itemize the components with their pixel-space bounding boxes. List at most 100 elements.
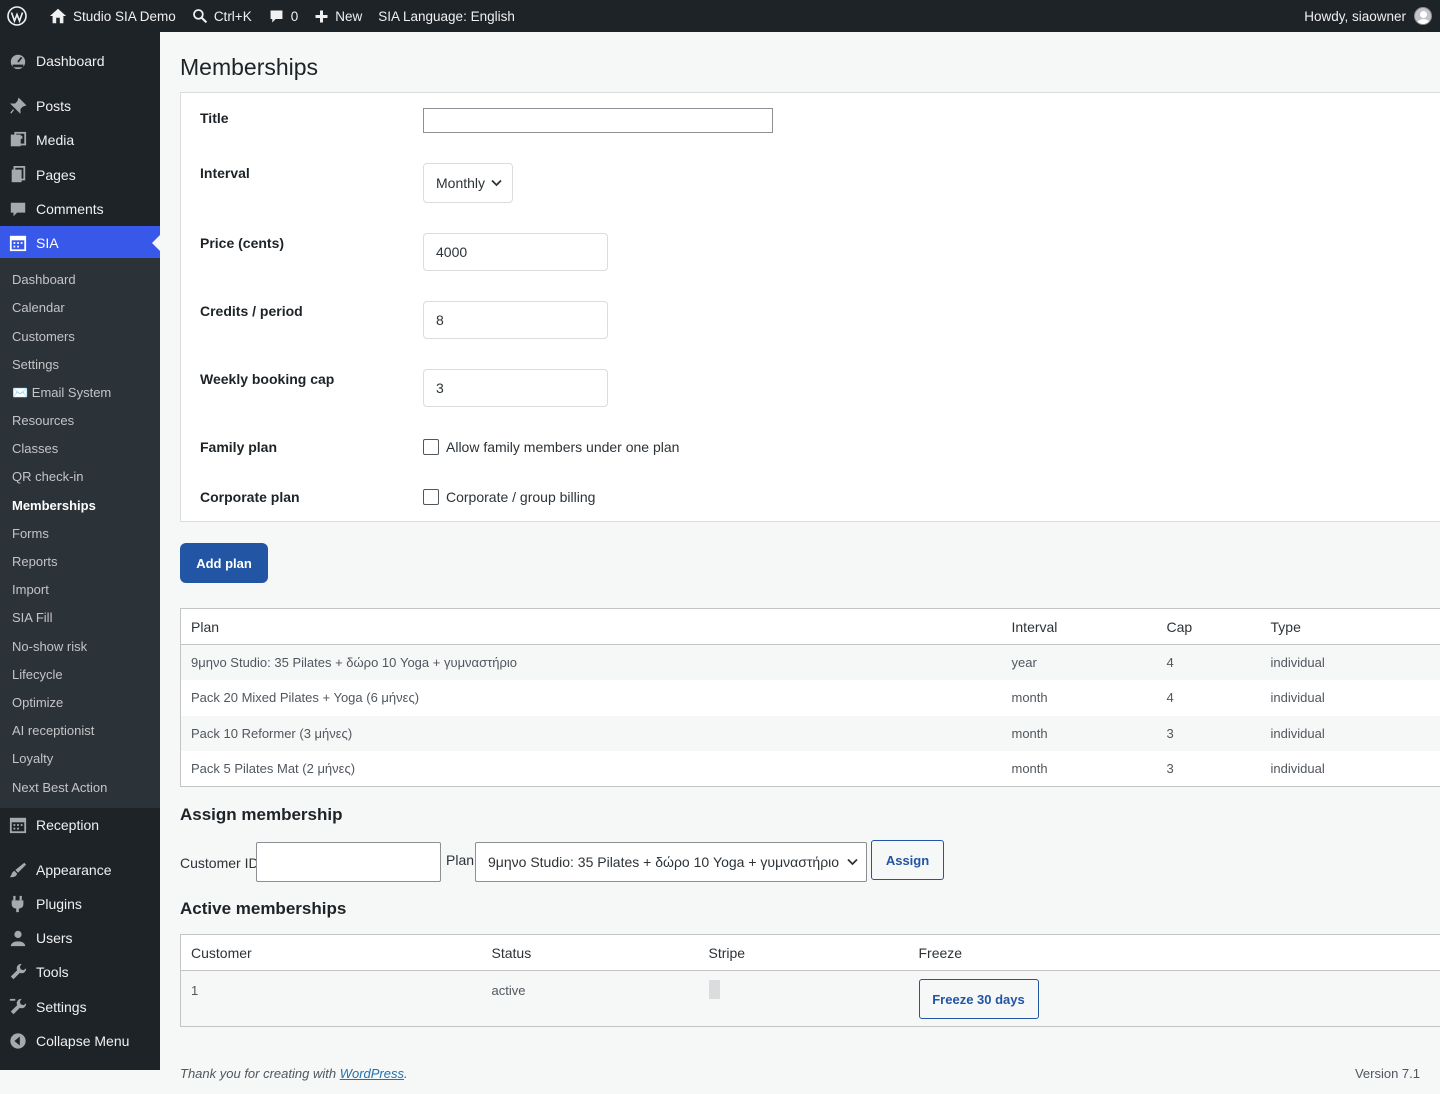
chevron-down-icon [491,179,502,187]
corporate-plan-checkbox[interactable]: Corporate / group billing [423,489,595,505]
title-input[interactable] [423,108,773,133]
plan-label: Plan [446,852,475,868]
plan-type: individual [1260,715,1440,751]
comments-menu[interactable]: 0 [260,0,307,32]
plan-type: individual [1260,644,1440,680]
footer-version: Version 7.1 [1354,1066,1420,1081]
column-header: Status [481,934,699,971]
menu-reception[interactable]: Reception [0,808,160,842]
submenu-email-system[interactable]: ✉️ Email System [12,385,111,401]
family-plan-checkbox[interactable]: Allow family members under one plan [423,439,679,455]
calendar-icon [9,817,27,834]
active-memberships-table: Customer Status Stripe Freeze 1 active F… [180,934,1440,1027]
menu-reception-label: Reception [36,817,100,833]
menu-media[interactable]: Media [0,123,160,157]
menu-comments-label: Comments [36,201,104,217]
submenu-customers[interactable]: Customers [12,329,75,344]
comment-icon [270,10,283,22]
table-row: 1 active Freeze 30 days [180,970,1440,1027]
language-menu[interactable]: SIA Language: English [370,0,523,32]
plan-interval: year [1001,644,1157,680]
collapse-menu-label: Collapse Menu [36,1033,130,1049]
menu-dashboard[interactable]: Dashboard [0,44,160,78]
plan-cap: 4 [1156,644,1261,680]
stripe-indicator [708,980,720,999]
customer-id-input[interactable] [256,842,441,882]
wordpress-link[interactable]: WordPress [340,1066,404,1081]
submenu-next-best-action[interactable]: Next Best Action [12,780,107,795]
column-header: Type [1260,608,1440,645]
menu-plugins[interactable]: Plugins [0,887,160,921]
chevron-down-icon [847,858,858,866]
menu-comments[interactable]: Comments [0,192,160,226]
search-icon [192,9,207,24]
footer-thanks: Thank you for creating with WordPress. [180,1066,408,1081]
submenu-import[interactable]: Import [12,582,49,597]
menu-settings[interactable]: Settings [0,990,160,1024]
submenu-memberships[interactable]: Memberships [12,498,96,513]
add-plan-form: Title Interval Monthly Price (cents) 400… [180,92,1440,522]
plan-name: Pack 20 Mixed Pilates + Yoga (6 μήνες) [191,690,420,706]
search-shortcut[interactable]: Ctrl+K [184,0,260,32]
new-content-menu[interactable]: New [306,0,370,32]
menu-sia[interactable]: SIA [0,226,160,260]
settings-icon [9,998,27,1015]
submenu-settings[interactable]: Settings [12,357,59,372]
footer-thanks-prefix: Thank you for creating with [180,1066,340,1081]
submenu-calendar[interactable]: Calendar [12,300,65,315]
interval-select[interactable]: Monthly [423,163,513,203]
footer-thanks-suffix: . [404,1066,408,1081]
menu-appearance[interactable]: Appearance [0,853,160,887]
menu-users-label: Users [36,930,73,946]
submenu-resources[interactable]: Resources [12,413,74,428]
site-name-menu[interactable]: Studio SIA Demo [41,0,184,32]
submenu-dashboard[interactable]: Dashboard [12,272,76,287]
submenu-forms[interactable]: Forms [12,526,49,541]
customer-id-label: Customer ID [180,855,259,871]
menu-sia-label: SIA [36,235,59,251]
family-plan-checkbox-box[interactable] [423,439,439,455]
freeze-button[interactable]: Freeze 30 days [918,979,1039,1019]
submenu-reports[interactable]: Reports [12,554,58,569]
wordpress-logo-menu[interactable] [0,0,41,32]
assign-button[interactable]: Assign [871,840,944,880]
comments-count: 0 [290,8,299,24]
weekly-cap-input[interactable]: 3 [423,369,608,407]
menu-posts[interactable]: Posts [0,89,160,123]
pin-icon [10,97,27,114]
submenu-loyalty[interactable]: Loyalty [12,751,53,766]
menu-tools[interactable]: Tools [0,955,160,989]
collapse-menu-button[interactable]: Collapse Menu [0,1024,160,1058]
membership-customer: 1 [180,970,482,1027]
plan-select[interactable]: 9μηνο Studio: 35 Pilates + δώρο 10 Yoga … [475,842,867,882]
family-plan-label: Family plan [200,439,278,455]
page-title: Memberships [180,54,319,80]
sia-submenu: Dashboard Calendar Customers Settings ✉️… [0,258,160,808]
pages-icon [11,166,26,183]
submenu-ai-receptionist[interactable]: AI receptionist [12,723,94,738]
add-plan-button[interactable]: Add plan [180,543,268,583]
submenu-qr-check-in[interactable]: QR check-in [12,469,84,484]
price-input[interactable]: 4000 [423,233,608,271]
menu-pages[interactable]: Pages [0,158,160,192]
corporate-plan-label: Corporate plan [200,489,300,505]
title-label: Title [200,110,229,126]
menu-posts-label: Posts [36,98,72,114]
price-label: Price (cents) [200,235,285,251]
credits-input[interactable]: 8 [423,301,608,339]
menu-users[interactable]: Users [0,921,160,955]
column-header: Freeze [908,934,1440,971]
submenu-optimize[interactable]: Optimize [12,695,63,710]
submenu-classes[interactable]: Classes [12,441,58,456]
media-icon [10,131,27,147]
submenu-no-show-risk[interactable]: No-show risk [12,639,87,654]
menu-settings-label: Settings [36,999,87,1015]
submenu-sia-fill[interactable]: SIA Fill [12,610,52,625]
plan-cap: 3 [1166,761,1174,776]
plugin-icon [11,895,24,913]
comment-icon [10,202,26,217]
submenu-lifecycle[interactable]: Lifecycle [12,667,63,682]
corporate-plan-checkbox-box[interactable] [423,489,439,505]
account-menu[interactable]: Howdy, siaowner [1304,0,1432,32]
language-label: SIA Language: English [378,8,515,24]
